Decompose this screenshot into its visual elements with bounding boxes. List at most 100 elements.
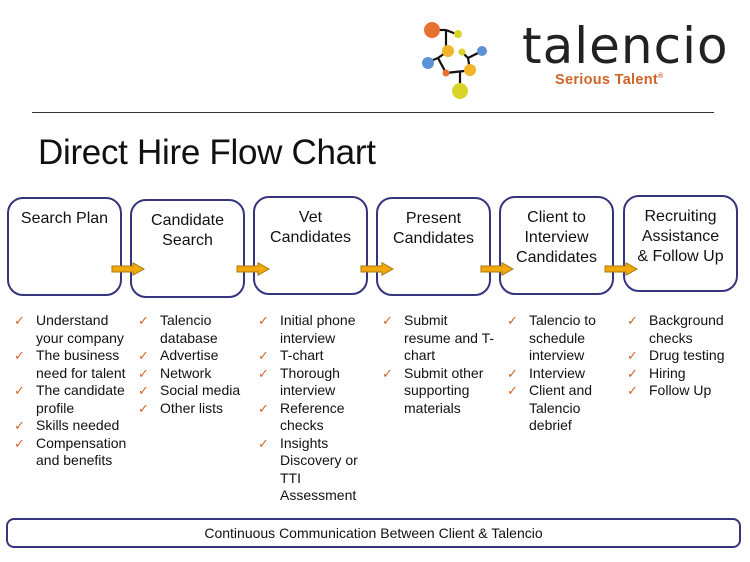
task-list: ✓ Background checks ✓ Drug testing ✓ Hiring ✓ F… xyxy=(627,312,739,400)
node-yellow xyxy=(442,45,454,57)
list-item-text: Talencio to schedule interview xyxy=(529,312,596,363)
logo-wordmark: talencio xyxy=(522,17,729,75)
task-list: ✓ Talencio to schedule interview ✓ Intervie… xyxy=(507,312,619,435)
list-item-text: Compensation and benefits xyxy=(36,434,127,469)
task-list: ✓ Initial phone interview ✓ T-chart ✓ Thoroug… xyxy=(258,312,370,505)
checkmark-icon: ✓ xyxy=(14,313,25,328)
stage-box: Vet Candidates xyxy=(253,196,368,295)
stage-label-line: Candidates xyxy=(393,230,474,247)
list-item-text: Submit resume and T-chart xyxy=(404,312,495,363)
checkmark-icon: ✓ xyxy=(138,383,149,398)
list-item-text: Hiring xyxy=(649,364,686,381)
checkmark-icon: ✓ xyxy=(14,348,25,363)
list-item-text: Understand your company xyxy=(36,312,124,346)
list-item: ✓ Submit other supporting materials xyxy=(382,365,494,418)
list-item-text: Initial phone interview xyxy=(280,312,356,346)
tagline-text: Serious Talent xyxy=(555,72,659,88)
node-blue-right xyxy=(477,46,487,56)
list-item-text: Insights Discovery or TTI Assessment xyxy=(280,434,358,504)
list-item: ✓ Reference checks xyxy=(258,400,370,435)
checkmark-icon: ✓ xyxy=(258,365,269,381)
list-item: ✓ The business need for talent xyxy=(14,347,136,382)
checkmark-icon: ✓ xyxy=(507,313,518,328)
arrow-right-icon xyxy=(236,262,270,276)
list-item-text: Talencio database xyxy=(160,312,218,346)
stage-label-line: Vet xyxy=(298,209,323,226)
stage-label-line: Candidates xyxy=(270,229,351,246)
page-title: Direct Hire Flow Chart xyxy=(38,133,376,172)
list-item: ✓ The candidate profile xyxy=(14,382,136,417)
task-list: ✓ Talencio database ✓ Advertise ✓ Network ✓ Soc… xyxy=(138,312,250,417)
list-item: ✓ Thorough interview xyxy=(258,365,370,400)
list-item-text: The candidate profile xyxy=(36,382,125,416)
checkmark-icon: ✓ xyxy=(258,348,269,363)
stage-label-line: Search xyxy=(162,232,213,249)
checkmark-icon: ✓ xyxy=(382,365,393,381)
header-divider xyxy=(32,112,714,113)
continuous-communication-bar: Continuous Communication Between Client … xyxy=(6,518,741,548)
list-item-text: Follow Up xyxy=(649,382,712,398)
stage-label-line: Candidates xyxy=(516,249,597,266)
list-item-text: Client and Talencio debrief xyxy=(529,382,593,433)
list-item: ✓ Interview xyxy=(507,365,619,383)
checkmark-icon: ✓ xyxy=(138,400,149,416)
checkmark-icon: ✓ xyxy=(14,418,25,433)
list-item-text: Background checks xyxy=(649,312,724,346)
checkmark-icon: ✓ xyxy=(14,383,25,398)
node-blue-left xyxy=(422,57,434,69)
node-yellow-right xyxy=(464,64,476,76)
list-item: ✓ Network xyxy=(138,365,250,383)
stage-label-line: Present xyxy=(405,210,462,227)
arrow-right-icon xyxy=(111,262,145,276)
checkmark-icon: ✓ xyxy=(138,313,149,328)
node-lime-small xyxy=(458,48,466,56)
task-list: ✓ Understand your company ✓ The business ne… xyxy=(14,312,136,470)
stage-label-line: Candidate xyxy=(151,212,224,229)
checkmark-icon: ✓ xyxy=(258,400,269,416)
list-item: ✓ T-chart xyxy=(258,347,370,365)
checkmark-icon: ✓ xyxy=(14,435,25,451)
checkmark-icon: ✓ xyxy=(382,313,393,328)
list-item-text: The business need for talent xyxy=(36,347,126,381)
arrow-right-icon xyxy=(604,262,638,276)
task-list: ✓ Submit resume and T-chart ✓ Submit other … xyxy=(382,312,494,417)
list-item: ✓ Client and Talencio debrief xyxy=(507,382,619,435)
list-item-text: Drug testing xyxy=(649,347,725,363)
stage-box: Present Candidates xyxy=(376,197,491,296)
node-lime-large xyxy=(452,83,468,99)
logo-tagline: Serious Talent® xyxy=(555,72,664,88)
list-item-text: Advertise xyxy=(160,347,219,363)
list-item-text: Network xyxy=(160,364,212,381)
arrow-right-icon xyxy=(360,262,394,276)
stage-label-line: Interview xyxy=(524,229,589,246)
stage-label-line: Recruiting xyxy=(644,208,717,225)
list-item: ✓ Hiring xyxy=(627,365,739,383)
checkmark-icon: ✓ xyxy=(627,365,638,381)
list-item-text: T-chart xyxy=(280,347,324,363)
checkmark-icon: ✓ xyxy=(627,383,638,398)
list-item-text: Interview xyxy=(529,364,586,381)
checkmark-icon: ✓ xyxy=(138,348,149,363)
checkmark-icon: ✓ xyxy=(627,348,638,363)
arrow-right-icon xyxy=(480,262,514,276)
stage-label-line: & Follow Up xyxy=(637,248,724,265)
stage-box: Candidate Search xyxy=(130,199,245,298)
registered-mark: ® xyxy=(658,73,664,81)
stage-label-line: Client to xyxy=(527,209,586,226)
list-item: ✓ Understand your company xyxy=(14,312,136,347)
list-item-text: Other lists xyxy=(160,399,224,416)
stage-box: Recruiting Assistance & Follow Up xyxy=(623,195,738,292)
list-item: ✓ Initial phone interview xyxy=(258,312,370,347)
list-item-text: Submit other supporting materials xyxy=(404,364,484,416)
list-item: ✓ Follow Up xyxy=(627,382,739,400)
node-yellow-small xyxy=(454,30,462,38)
list-item-text: Social media xyxy=(160,382,241,398)
checkmark-icon: ✓ xyxy=(507,365,518,381)
node-orange-small xyxy=(442,69,450,77)
node-orange-large xyxy=(424,22,440,38)
stage-box: Client to Interview Candidates xyxy=(499,196,614,295)
checkmark-icon: ✓ xyxy=(258,435,269,451)
list-item: ✓ Insights Discovery or TTI Assessment xyxy=(258,435,370,505)
list-item: ✓ Compensation and benefits xyxy=(14,435,136,470)
list-item: ✓ Submit resume and T-chart xyxy=(382,312,494,365)
